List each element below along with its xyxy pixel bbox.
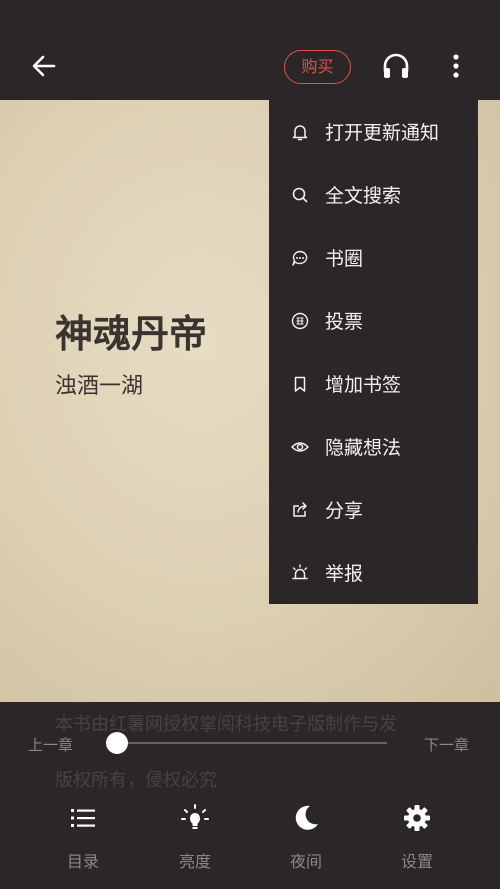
book-author: 浊酒一湖	[55, 374, 144, 399]
chapter-progress-thumb[interactable]	[106, 732, 128, 754]
menu-item-share[interactable]: 分享	[269, 478, 478, 541]
menu-item-label: 增加书签	[325, 374, 402, 396]
menu-item-book-circle[interactable]: 书圈	[269, 226, 478, 289]
top-bar: 购买	[0, 0, 500, 100]
back-button[interactable]	[28, 50, 60, 82]
alarm-icon	[292, 563, 308, 579]
nav-catalog[interactable]: 目录	[43, 802, 123, 872]
menu-item-hide-thoughts[interactable]: 隐藏想法	[269, 415, 478, 478]
nav-brightness[interactable]: 亮度	[155, 802, 235, 872]
list-icon	[71, 809, 95, 827]
headphone-icon	[383, 53, 409, 78]
next-chapter-button[interactable]: 下一章	[424, 734, 469, 755]
copyright-text: 本书由红薯网授权掌阅科技电子版制作与发	[55, 714, 397, 735]
more-vertical-icon	[453, 54, 459, 78]
reader-control-panel: 本书由红薯网授权掌阅科技电子版制作与发 版权所有，侵权必究 上一章 下一章 目录…	[0, 702, 500, 889]
share-icon	[293, 501, 307, 517]
bookmark-icon	[294, 376, 306, 392]
menu-item-label: 隐藏想法	[325, 437, 402, 459]
book-title: 神魂丹帝	[55, 311, 208, 356]
search-icon	[292, 187, 308, 202]
vote-icon	[291, 312, 309, 329]
copyright-text: 版权所有，侵权必究	[55, 770, 217, 791]
listen-button[interactable]	[380, 50, 412, 82]
brightness-icon	[181, 804, 209, 829]
menu-item-label: 打开更新通知	[325, 122, 440, 144]
eye-icon	[291, 441, 309, 452]
prev-chapter-button[interactable]: 上一章	[28, 734, 73, 755]
menu-item-label: 书圈	[325, 248, 364, 270]
nav-night-mode[interactable]: 夜间	[266, 802, 346, 872]
moon-icon	[295, 805, 318, 830]
gear-icon	[404, 805, 430, 831]
nav-label: 目录	[66, 852, 99, 871]
menu-item-vote[interactable]: 投票	[269, 289, 478, 352]
nav-label: 夜间	[289, 852, 322, 871]
menu-item-label: 举报	[325, 563, 364, 585]
bell-icon	[292, 124, 308, 140]
arrow-left-icon	[32, 55, 56, 77]
nav-label: 设置	[400, 852, 433, 871]
menu-item-report[interactable]: 举报	[269, 541, 478, 604]
nav-label: 亮度	[178, 852, 211, 871]
menu-item-label: 分享	[325, 500, 364, 522]
chapter-progress-track[interactable]	[117, 742, 387, 744]
menu-item-add-bookmark[interactable]: 增加书签	[269, 352, 478, 415]
menu-item-label: 投票	[325, 311, 364, 333]
nav-settings[interactable]: 设置	[377, 802, 457, 872]
buy-button[interactable]: 购买	[284, 50, 351, 84]
menu-item-update-notification[interactable]: 打开更新通知	[269, 100, 478, 163]
menu-item-full-text-search[interactable]: 全文搜索	[269, 163, 478, 226]
chat-bubble-icon	[292, 250, 308, 266]
options-menu: 打开更新通知 全文搜索 书圈 投票 增加书签 隐藏想法 分享 举报	[269, 100, 478, 604]
menu-item-label: 全文搜索	[325, 185, 402, 207]
more-options-button[interactable]	[442, 50, 470, 82]
